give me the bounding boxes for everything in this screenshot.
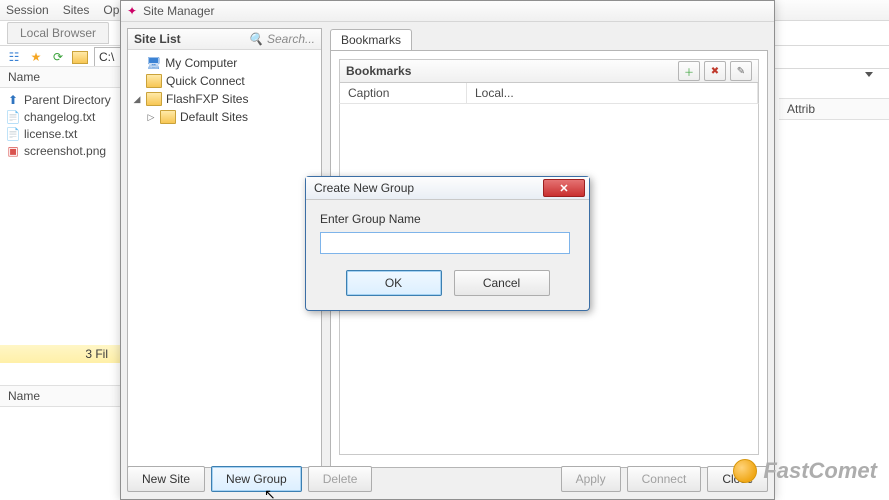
text-file-icon: 📄 <box>6 110 20 124</box>
delete-button[interactable]: Delete <box>308 466 373 492</box>
search-placeholder: Search... <box>267 32 315 46</box>
expand-icon[interactable]: ▷ <box>146 112 156 123</box>
delete-icon: ✖ <box>711 66 719 77</box>
site-search[interactable]: 🔍 Search... <box>248 32 315 46</box>
bookmark-edit-button[interactable]: ✎ <box>730 61 752 81</box>
computer-icon: 🖥 <box>146 56 161 70</box>
window-title: Site Manager <box>143 4 214 18</box>
new-group-button[interactable]: New Group <box>211 466 302 492</box>
tree-label: FlashFXP Sites <box>166 92 248 106</box>
apply-button[interactable]: Apply <box>561 466 621 492</box>
bookmark-add-button[interactable]: ＋ <box>678 61 700 81</box>
file-row[interactable]: ▣ screenshot.png <box>6 142 122 159</box>
create-group-dialog: Create New Group ✕ Enter Group Name OK C… <box>305 176 590 311</box>
up-arrow-icon: ⬆ <box>6 93 20 107</box>
column-caption[interactable]: Caption <box>340 83 467 103</box>
group-name-label: Enter Group Name <box>320 212 575 226</box>
group-name-input[interactable] <box>320 232 570 254</box>
bookmarks-header: Bookmarks <box>346 64 411 78</box>
app-icon: ✦ <box>127 4 137 18</box>
site-manager-button-bar: New Site New Group Delete Apply Connect … <box>127 465 768 493</box>
address-dropdown-icon[interactable] <box>865 72 873 77</box>
text-file-icon: 📄 <box>6 127 20 141</box>
brand-text: FastComet <box>763 458 877 484</box>
collapse-icon[interactable]: ◢ <box>132 94 142 105</box>
logo-disc-icon <box>733 459 757 483</box>
cancel-button[interactable]: Cancel <box>454 270 550 296</box>
lower-column-name[interactable]: Name <box>0 385 136 407</box>
parent-directory-row[interactable]: ⬆ Parent Directory <box>6 91 122 108</box>
file-label: screenshot.png <box>24 144 106 158</box>
tree-node-my-computer[interactable]: 🖥 My Computer <box>132 54 317 72</box>
favorite-icon[interactable]: ★ <box>28 49 44 65</box>
tree-node-default-sites[interactable]: ▷ Default Sites <box>132 108 317 126</box>
image-file-icon: ▣ <box>6 144 20 158</box>
ok-button[interactable]: OK <box>346 270 442 296</box>
tree-node-quick-connect[interactable]: Quick Connect <box>132 72 317 90</box>
tree-icon[interactable]: ☷ <box>6 49 22 65</box>
new-site-button[interactable]: New Site <box>127 466 205 492</box>
file-label: changelog.txt <box>24 110 95 124</box>
detail-tabs: Bookmarks <box>330 28 768 50</box>
file-label: Parent Directory <box>24 93 111 107</box>
bookmarks-columns: Caption Local... <box>339 83 759 104</box>
bookmark-delete-button[interactable]: ✖ <box>704 61 726 81</box>
add-icon: ＋ <box>684 64 694 79</box>
tree-node-flashfxp[interactable]: ◢ FlashFXP Sites <box>132 90 317 108</box>
local-status-bar: 3 Fil <box>0 345 128 363</box>
dialog-title: Create New Group <box>314 181 414 195</box>
file-label: license.txt <box>24 127 77 141</box>
site-list-label: Site List <box>134 32 181 46</box>
menu-options[interactable]: Op <box>103 3 119 17</box>
site-manager-titlebar: ✦ Site Manager <box>121 1 774 22</box>
file-row[interactable]: 📄 license.txt <box>6 125 122 142</box>
dialog-titlebar: Create New Group ✕ <box>306 177 589 200</box>
connect-button[interactable]: Connect <box>627 466 702 492</box>
tree-label: Quick Connect <box>166 74 245 88</box>
folder-icon <box>160 110 176 124</box>
site-list-panel: Site List 🔍 Search... 🖥 My Computer Quic… <box>127 28 322 468</box>
tree-label: Default Sites <box>180 110 248 124</box>
tree-label: My Computer <box>165 56 237 70</box>
local-column-name[interactable]: Name <box>0 66 128 88</box>
folder-open-icon[interactable] <box>72 49 88 65</box>
close-icon: ✕ <box>559 182 568 195</box>
dialog-close-button[interactable]: ✕ <box>543 179 585 197</box>
refresh-icon[interactable]: ⟳ <box>50 49 66 65</box>
column-local[interactable]: Local... <box>467 83 758 103</box>
folder-icon <box>146 92 162 106</box>
tab-local-browser[interactable]: Local Browser <box>7 22 109 44</box>
site-tree: 🖥 My Computer Quick Connect ◢ FlashFXP S… <box>128 50 321 467</box>
edit-icon: ✎ <box>737 66 745 77</box>
menu-sites[interactable]: Sites <box>63 3 90 17</box>
folder-icon <box>146 74 162 88</box>
search-icon: 🔍 <box>248 32 263 46</box>
tab-bookmarks[interactable]: Bookmarks <box>330 29 412 50</box>
file-row[interactable]: 📄 changelog.txt <box>6 108 122 125</box>
remote-column-attrib[interactable]: Attrib <box>779 98 889 120</box>
watermark-logo: FastComet <box>733 458 877 484</box>
menu-session[interactable]: Session <box>6 3 49 17</box>
